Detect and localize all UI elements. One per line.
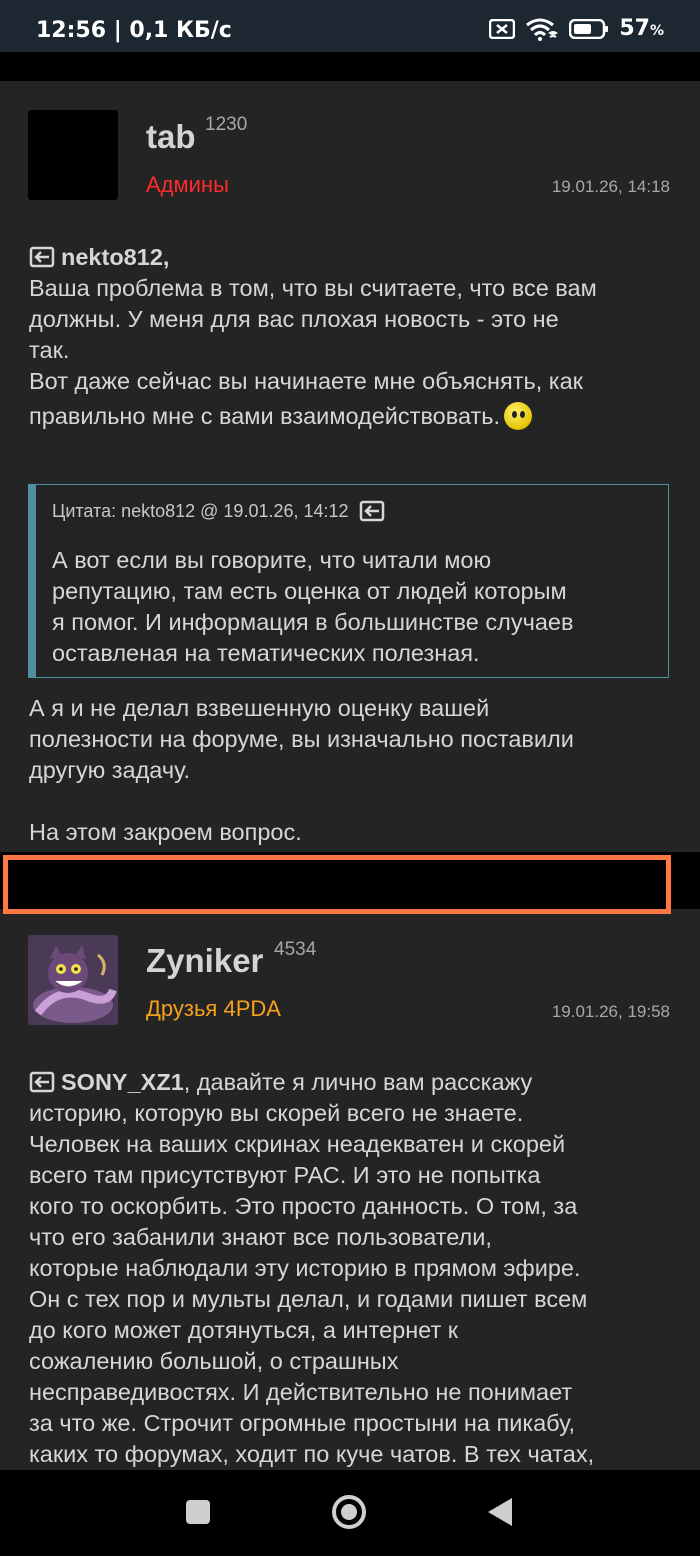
battery-icon [569,18,609,39]
text-line: так. [29,337,70,363]
text-line: сожалению большой, о страшных [29,1348,399,1374]
avatar[interactable] [28,110,118,200]
reply-nick-link[interactable]: SONY_XZ1 [61,1069,184,1095]
text-line: должны. У меня для вас плохая новость - … [29,306,559,332]
quote-line: я помог. И информация в большинстве случ… [52,609,574,635]
back-triangle-icon[interactable] [486,1496,514,1528]
battery-percent: 57 [619,16,650,41]
text-line: несправедивостях. И действительно не пон… [29,1379,573,1405]
text-line: Человек на ваших скринах неадекватен и с… [29,1131,566,1157]
text-line: На этом закроем вопрос. [29,819,302,845]
wifi-icon [526,18,559,41]
post-body: nekto812, Ваша проблема в том, что вы сч… [29,242,679,432]
text-line: историю, которую вы скорей всего не знае… [29,1100,524,1126]
quote-header: Цитата: nekto812 @ 19.01.26, 14:12 [52,500,349,521]
text-line: , давайте я лично вам расскажу [183,1069,533,1095]
quote-line: оставленая на тематических полезная. [52,640,480,666]
post-date: 19.01.26, 14:18 [551,177,670,196]
reply-arrow-icon[interactable] [29,1071,55,1093]
cheshire-cat-avatar-icon [28,935,118,1025]
quote-block: Цитата: nekto812 @ 19.01.26, 14:12 А вот… [28,484,669,678]
navigation-bar [0,1470,700,1556]
text-line: кого то оскорбить. Это просто данность. … [29,1193,578,1219]
quote-line: репутацию, там есть оценка от людей кото… [52,578,567,604]
text-line: Он с тех пор и мульты делал, и годами пи… [29,1286,588,1312]
text-line: всего там присутствуют РАС. И это не поп… [29,1162,541,1188]
reputation-count[interactable]: 1230 [205,114,247,136]
text-line: правильно мне с вами взаимодействовать. [29,403,501,429]
username[interactable]: tab [146,118,196,156]
text-line: что его забанили знают все пользователи, [29,1224,492,1250]
status-bar: 12:56 | 0,1 КБ/с 57% [0,0,700,52]
top-divider [0,52,700,81]
text-line: полезности на форуме, вы изначально пост… [29,726,574,752]
username[interactable]: Zyniker [146,942,263,980]
status-time-speed: 12:56 | 0,1 КБ/с [36,18,232,43]
post-body-continued: А я и не делал взвешенную оценку вашей п… [29,693,679,848]
text-line: которые наблюдали эту историю в прямом э… [29,1255,581,1281]
highlight-frame [3,855,671,914]
recents-square-icon[interactable] [184,1498,212,1526]
sim-off-icon [489,18,516,39]
battery-unit: % [649,23,664,39]
user-group: Админы [146,172,229,197]
text-line: А я и не делал взвешенную оценку вашей [29,695,490,721]
text-line: до кого может дотянуться, а интернет к [29,1317,459,1343]
post-body: SONY_XZ1, давайте я лично вам расскажу и… [29,1067,679,1470]
text-line: Ваша проблема в том, что вы считаете, чт… [29,275,597,301]
reply-arrow-icon[interactable] [29,246,55,268]
quote-line: А вот если вы говорите, что читали мою [52,547,492,573]
home-circle-icon[interactable] [331,1494,367,1530]
avatar[interactable] [28,935,118,1025]
text-line: каких то форумах, ходит по куче чатов. В… [29,1441,595,1467]
post-date: 19.01.26, 19:58 [551,1002,670,1021]
reply-nick-link[interactable]: nekto812, [61,244,169,270]
user-group: Друзья 4PDA [146,996,281,1021]
quote-jump-icon[interactable] [359,500,385,522]
text-line: за что же. Строчит огромные простыни на … [29,1410,576,1436]
reputation-count[interactable]: 4534 [274,939,316,961]
text-line: другую задачу. [29,757,191,783]
text-line: Вот даже сейчас вы начинаете мне объясня… [29,368,583,394]
smiley-emoji-icon [504,402,533,430]
